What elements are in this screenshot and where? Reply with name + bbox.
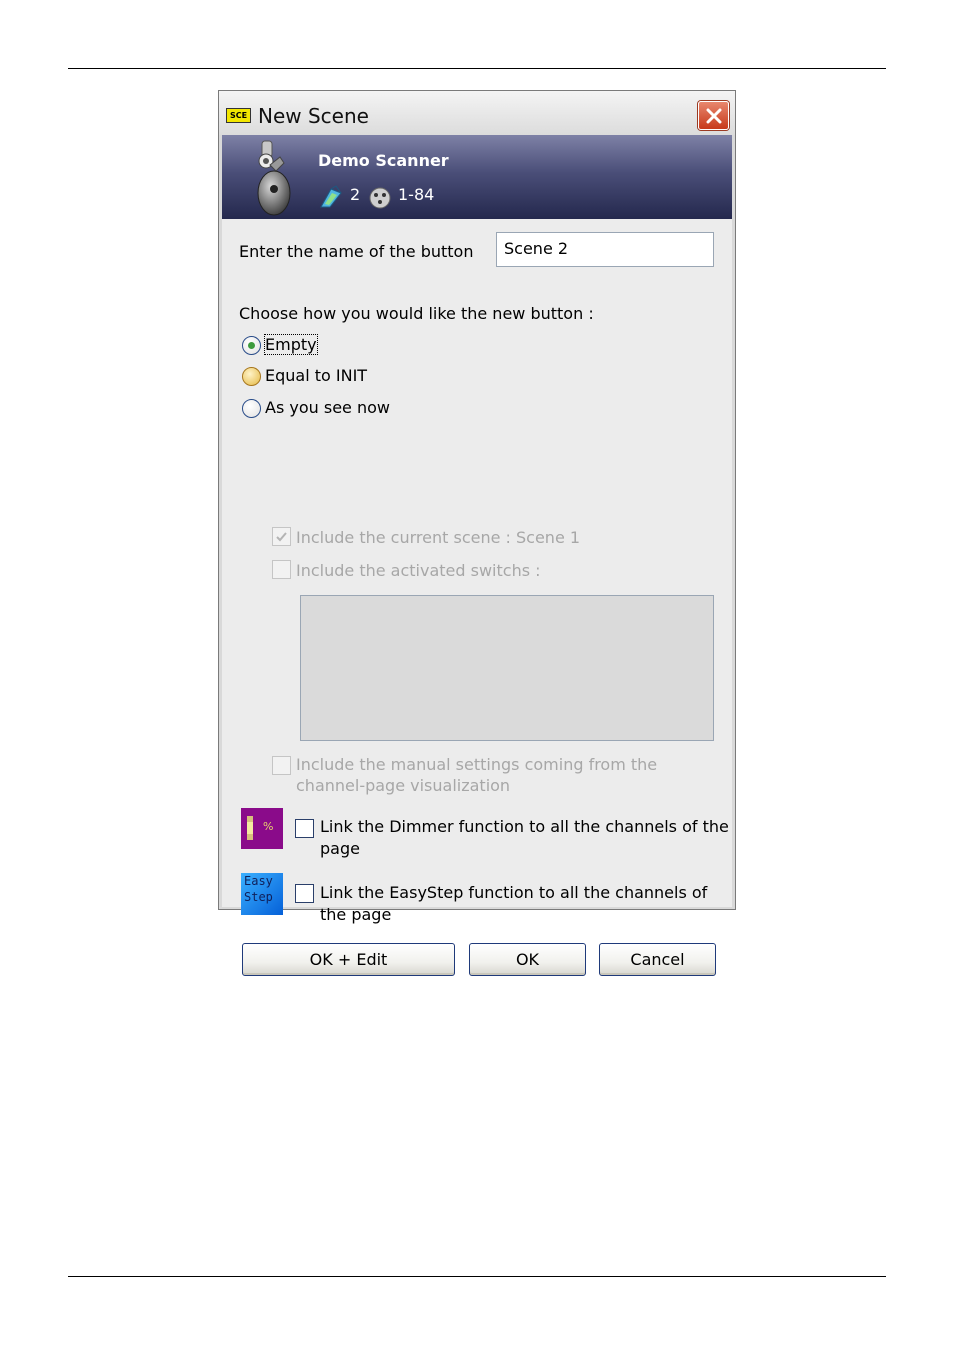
scanner-fixture-icon [257,140,291,216]
universe-number: 2 [350,185,361,204]
radio-equal-to-init-label[interactable]: Equal to INIT [265,366,367,385]
easystep-icon: Easy Step [241,873,283,915]
new-scene-dialog: SCE New Scene Demo Scanner 2 1-84 Enter … [218,90,736,976]
checkmark-icon [276,532,287,542]
universe-globe-icon [320,185,342,208]
dimmer-percent-glyph: % [263,820,274,833]
include-activated-switchs-checkbox[interactable] [272,560,291,579]
dmx-connector-icon [369,187,391,209]
app-badge-icon: SCE [226,108,251,123]
ok-edit-button[interactable]: OK + Edit [242,943,455,976]
page-bottom-rule [68,1276,886,1277]
radio-equal-to-init[interactable] [242,367,261,386]
device-banner: Demo Scanner 2 1-84 [222,135,732,219]
page-top-rule [68,68,886,69]
easystep-icon-text-line1: Easy [244,874,273,888]
radio-as-you-see-now[interactable] [242,399,261,418]
radio-as-you-see-now-label[interactable]: As you see now [265,398,390,417]
cancel-button[interactable]: Cancel [599,943,716,976]
include-current-scene-label: Include the current scene : Scene 1 [296,528,581,547]
dimmer-icon: % [241,808,283,849]
dmx-address: 1-84 [398,185,435,204]
radio-selected-dot [248,342,255,349]
close-button[interactable] [698,101,729,130]
easystep-icon-text-line2: Step [244,890,273,904]
ok-button[interactable]: OK [469,943,586,976]
link-easystep-label-line1: Link the EasyStep function to all the ch… [320,883,708,902]
link-dimmer-checkbox[interactable] [295,819,314,838]
dimmer-fader-knob [247,822,253,834]
link-dimmer-label-line1: Link the Dimmer function to all the chan… [320,817,729,836]
include-activated-switchs-label: Include the activated switchs : [296,561,541,580]
link-easystep-label-line2: the page [320,905,392,924]
dialog-content: Enter the name of the button Choose how … [222,219,732,976]
radio-empty-label[interactable]: Empty [264,334,318,355]
close-x-icon [706,108,722,124]
radio-empty[interactable] [242,336,261,355]
choose-label: Choose how you would like the new button… [239,304,594,323]
window-title: New Scene [258,104,369,128]
activated-switchs-list[interactable] [300,595,714,741]
name-label: Enter the name of the button [239,242,474,261]
include-manual-settings-label-line1: Include the manual settings coming from … [296,755,658,774]
include-manual-settings-label-line2: channel-page visualization [296,776,511,795]
include-manual-settings-checkbox[interactable] [272,756,291,775]
link-easystep-checkbox[interactable] [295,884,314,903]
title-bar[interactable]: SCE New Scene [219,91,735,135]
device-name: Demo Scanner [318,151,449,170]
include-current-scene-checkbox[interactable] [272,527,291,546]
link-dimmer-label-line2: page [320,839,360,858]
button-name-input[interactable] [496,232,714,267]
